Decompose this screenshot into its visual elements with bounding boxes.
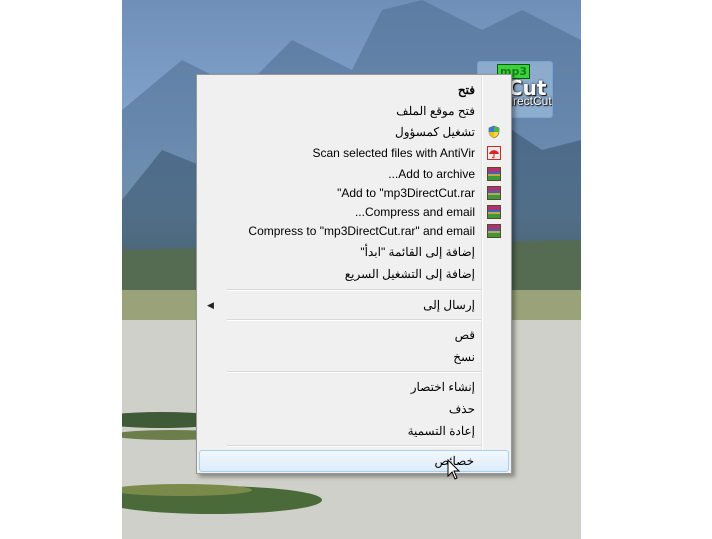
- menu-item-add-to-quick-launch[interactable]: إضافة إلى التشغيل السريع: [199, 264, 509, 284]
- menu-separator: [227, 319, 481, 321]
- menu-item-run-as-admin[interactable]: تشغيل كمسؤول: [199, 122, 509, 142]
- context-menu: فتح فتح موقع الملف تشغيل كمسؤول Scan sel…: [196, 74, 512, 474]
- menu-item-add-to-rar[interactable]: Add to "mp3DirectCut.rar": [199, 183, 509, 203]
- menu-item-create-shortcut[interactable]: إنشاء اختصار: [199, 377, 509, 397]
- menu-item-properties[interactable]: خصائص: [199, 450, 509, 472]
- menu-item-cut[interactable]: قص: [199, 325, 509, 345]
- menu-item-copy[interactable]: نسخ: [199, 347, 509, 367]
- menu-separator: [227, 371, 481, 373]
- winrar-icon: [487, 167, 501, 181]
- menu-item-send-to[interactable]: ◀ إرسال إلى: [199, 295, 509, 315]
- menu-separator: [227, 289, 481, 291]
- menu-item-add-to-archive[interactable]: Add to archive...: [199, 164, 509, 184]
- winrar-icon: [487, 224, 501, 238]
- menu-item-open-file-location[interactable]: فتح موقع الملف: [199, 101, 509, 121]
- submenu-arrow-icon: ◀: [207, 300, 214, 310]
- menu-item-rename[interactable]: إعادة التسمية: [199, 421, 509, 441]
- antivir-umbrella-icon: [487, 146, 501, 160]
- menu-item-compress-to-rar-and-email[interactable]: Compress to "mp3DirectCut.rar" and email: [199, 221, 509, 241]
- winrar-icon: [487, 205, 501, 219]
- uac-shield-icon: [487, 125, 501, 139]
- menu-separator: [227, 445, 481, 447]
- menu-item-delete[interactable]: حذف: [199, 399, 509, 419]
- menu-item-open[interactable]: فتح: [199, 80, 509, 100]
- winrar-icon: [487, 186, 501, 200]
- menu-item-pin-to-start[interactable]: إضافة إلى القائمة "ابدأ": [199, 242, 509, 262]
- menu-item-scan-antivir[interactable]: Scan selected files with AntiVir: [199, 143, 509, 163]
- mouse-pointer-icon: [447, 459, 461, 480]
- menu-item-compress-and-email[interactable]: Compress and email...: [199, 202, 509, 222]
